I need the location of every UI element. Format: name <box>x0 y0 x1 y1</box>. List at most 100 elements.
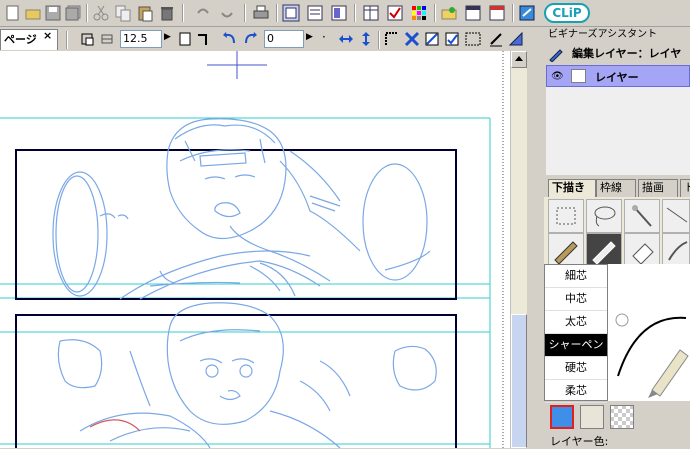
panel-divider[interactable] <box>527 27 544 448</box>
eye-icon[interactable]: 👁 <box>551 71 564 82</box>
redo-icon[interactable] <box>218 4 236 22</box>
brush-tool[interactable] <box>662 233 690 267</box>
clip-icon[interactable] <box>518 4 536 22</box>
pencil-icon <box>549 49 563 62</box>
scroll-thumb[interactable] <box>511 314 527 448</box>
save-all-icon[interactable] <box>64 4 82 22</box>
tab-frame-label: 枠線 <box>600 181 622 194</box>
mechanical-pencil-icon <box>592 241 616 265</box>
save-icon[interactable] <box>44 4 62 22</box>
layer-list <box>546 87 690 175</box>
rotation-input[interactable]: 0 <box>264 30 304 48</box>
tool-option-bar: ページ × 12.5 ▶ 0 ▶ · <box>0 28 530 51</box>
magic-wand-icon <box>632 205 652 227</box>
scroll-up-button[interactable] <box>511 51 527 68</box>
cut-icon[interactable] <box>92 4 110 22</box>
canvas-area[interactable] <box>0 51 510 448</box>
rotation-arrow-icon[interactable]: ▶ <box>306 32 313 42</box>
eraser-tool[interactable] <box>624 233 660 267</box>
brush-preview <box>608 264 690 401</box>
layer-lock-checkbox[interactable] <box>571 69 586 83</box>
brush-icon <box>668 241 688 261</box>
line-icon <box>666 207 688 223</box>
layer-name: レイヤー <box>595 71 639 84</box>
clip-logo[interactable]: CLiP <box>544 3 590 23</box>
check-icon[interactable] <box>386 4 404 22</box>
pen-icon[interactable] <box>488 31 504 47</box>
tab-more-label: ト <box>684 181 690 194</box>
rect-select-tool[interactable] <box>548 199 584 233</box>
brush-item-sharpen[interactable]: シャーペン <box>545 334 607 357</box>
brush-shape-icon[interactable] <box>80 31 96 47</box>
brush-item-thick[interactable]: 太芯 <box>545 311 607 334</box>
brush-item-medium[interactable]: 中芯 <box>545 288 607 311</box>
layer-row[interactable]: 👁 レイヤー <box>546 65 690 87</box>
brush-size-arrow-icon[interactable]: ▶ <box>164 32 171 42</box>
flip-vertical-icon[interactable] <box>358 31 374 47</box>
vertical-scrollbar[interactable] <box>510 51 527 448</box>
edit-layer-row: 編集レイヤー：レイヤ <box>544 43 690 65</box>
pencil-tool-icon <box>554 241 578 265</box>
open-icon[interactable] <box>24 4 42 22</box>
brush-type-list: 細芯 中芯 太芯 シャーペン 硬芯 柔芯 <box>544 264 608 403</box>
brush-item-soft[interactable]: 柔芯 <box>545 380 607 403</box>
eraser-icon <box>632 243 654 265</box>
rotate-right-icon[interactable] <box>242 31 258 47</box>
color-grid-icon[interactable] <box>410 4 428 22</box>
color-swatches <box>548 405 690 431</box>
undo-icon[interactable] <box>194 4 212 22</box>
select-corner-icon[interactable] <box>384 31 400 47</box>
corner-icon[interactable] <box>196 31 210 47</box>
tab-drawing-label: 描画 <box>642 181 664 194</box>
magic-wand-tool[interactable] <box>624 199 660 233</box>
brush-item-thin[interactable]: 細芯 <box>545 265 607 288</box>
flip-horizontal-icon[interactable] <box>338 31 354 47</box>
copy-icon[interactable] <box>114 4 132 22</box>
dot-icon[interactable]: · <box>322 30 326 44</box>
transform-icon[interactable] <box>424 31 440 47</box>
tab-page-label: ページ <box>4 33 37 46</box>
cross-select-icon[interactable] <box>404 31 420 47</box>
arrow-up-icon <box>515 56 523 61</box>
paste-icon[interactable] <box>136 4 154 22</box>
tool-tabs: 下描き 枠線 描画 ト <box>548 179 690 198</box>
mechanical-pencil-tool[interactable] <box>586 233 622 267</box>
tab-more[interactable]: ト <box>680 179 690 197</box>
tab-draft[interactable]: 下描き <box>548 179 596 198</box>
check-select-icon[interactable] <box>444 31 460 47</box>
panel-title: ビギナーズアシスタント <box>544 27 690 43</box>
main-toolbar: CLiP <box>0 0 690 27</box>
folder-icon[interactable] <box>440 4 458 22</box>
layer-view-icon[interactable] <box>330 4 348 22</box>
pencil-tool[interactable] <box>548 233 584 267</box>
swatch-paper[interactable] <box>580 405 604 429</box>
lasso-icon <box>594 206 616 227</box>
manga-page-canvas[interactable] <box>0 51 510 448</box>
beginners-assistant-panel: ビギナーズアシスタント 編集レイヤー：レイヤ 👁 レイヤー 下描き 枠線 描画 … <box>544 27 690 448</box>
close-icon[interactable]: × <box>43 29 52 42</box>
page-view-icon[interactable] <box>282 4 300 22</box>
layer-color-label: レイヤー色: <box>550 435 609 448</box>
window-alt-icon[interactable] <box>488 4 506 22</box>
print-icon[interactable] <box>252 4 270 22</box>
lasso-tool[interactable] <box>586 199 622 233</box>
grid-view-icon[interactable] <box>362 4 380 22</box>
ruler-icon[interactable] <box>508 31 524 47</box>
window-icon[interactable] <box>464 4 482 22</box>
tab-drawing[interactable]: 描画 <box>638 179 678 197</box>
brush-item-hard[interactable]: 硬芯 <box>545 357 607 380</box>
tab-frame[interactable]: 枠線 <box>596 179 636 197</box>
story-view-icon[interactable] <box>306 4 324 22</box>
marquee-icon[interactable] <box>464 31 482 47</box>
brush-size-input[interactable]: 12.5 <box>120 30 162 48</box>
swatch-transparent[interactable] <box>610 405 634 429</box>
line-tool[interactable] <box>662 199 690 233</box>
edit-layer-label: 編集レイヤー：レイヤ <box>572 47 682 60</box>
brush-mode-icon[interactable] <box>100 31 114 47</box>
swatch-blue[interactable] <box>550 405 574 429</box>
page-icon[interactable] <box>178 31 192 47</box>
stroke-preview <box>615 313 689 398</box>
new-file-icon[interactable] <box>4 4 22 22</box>
delete-icon[interactable] <box>158 4 176 22</box>
rotate-left-icon[interactable] <box>222 31 238 47</box>
